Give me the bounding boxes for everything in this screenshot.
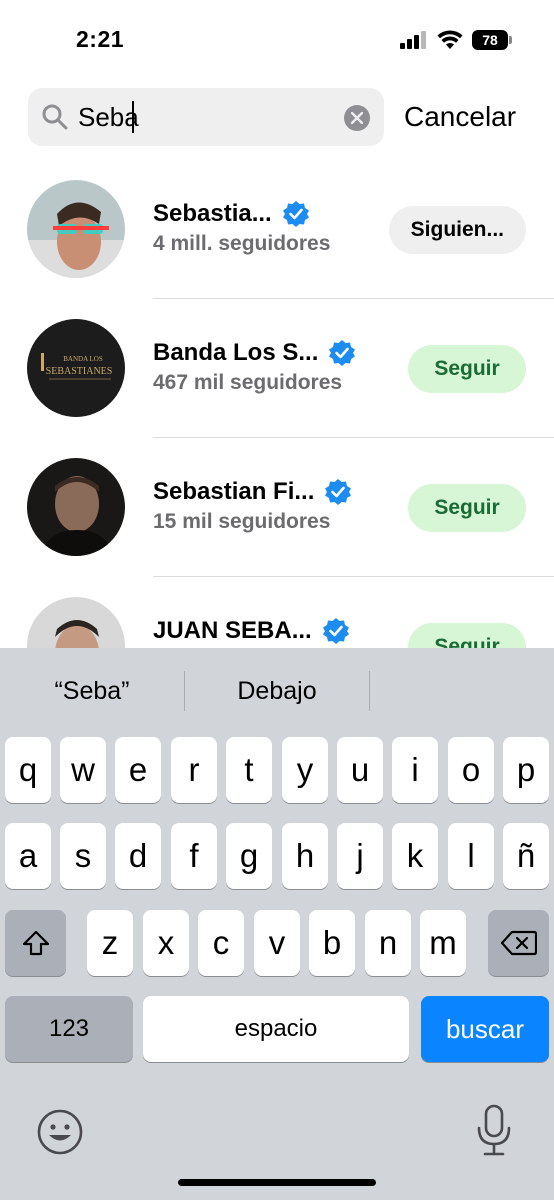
key-n[interactable]: n bbox=[365, 910, 411, 976]
key-o[interactable]: o bbox=[448, 737, 494, 803]
numbers-key[interactable]: 123 bbox=[5, 996, 133, 1062]
key-n-tilde[interactable]: ñ bbox=[503, 823, 549, 889]
following-button[interactable]: Siguien... bbox=[388, 206, 526, 254]
result-name: Sebastia... bbox=[153, 200, 272, 227]
follow-button[interactable]: Seguir bbox=[408, 484, 526, 532]
key-h[interactable]: h bbox=[282, 823, 328, 889]
result-name: Sebastian Fi... bbox=[153, 478, 315, 505]
key-t[interactable]: t bbox=[226, 737, 272, 803]
avatar[interactable]: BANDA LOS SEBASTIANES bbox=[27, 319, 125, 417]
key-z[interactable]: z bbox=[87, 910, 133, 976]
key-u[interactable]: u bbox=[337, 737, 383, 803]
result-name: Banda Los S... bbox=[153, 339, 319, 366]
status-bar: 2:21 78 bbox=[0, 0, 554, 80]
key-p[interactable]: p bbox=[503, 737, 549, 803]
avatar[interactable] bbox=[27, 597, 125, 648]
search-input[interactable] bbox=[78, 101, 318, 133]
result-info: JUAN SEBA... bbox=[153, 617, 350, 648]
search-results-list: Sebastia... 4 mill. seguidores Siguien..… bbox=[0, 160, 554, 648]
signal-icon bbox=[400, 31, 426, 49]
search-key[interactable]: buscar bbox=[421, 996, 549, 1062]
result-row[interactable]: Sebastia... 4 mill. seguidores Siguien..… bbox=[0, 160, 554, 299]
battery-icon: 78 bbox=[472, 30, 512, 50]
suggestion-divider bbox=[369, 671, 370, 711]
verified-badge-icon bbox=[329, 340, 356, 366]
dictation-key[interactable] bbox=[474, 1104, 514, 1163]
key-k[interactable]: k bbox=[392, 823, 438, 889]
suggestion-bar: “Seba” Debajo bbox=[0, 648, 554, 734]
avatar[interactable] bbox=[27, 180, 125, 278]
suggestion-item[interactable]: Debajo bbox=[185, 677, 369, 706]
avatar-logo-text-main: SEBASTIANES bbox=[46, 366, 113, 377]
key-e[interactable]: e bbox=[115, 737, 161, 803]
result-row[interactable]: JUAN SEBA... Seguir bbox=[0, 577, 554, 648]
result-row[interactable]: Sebastian Fi... 15 mil seguidores Seguir bbox=[0, 438, 554, 577]
suggestion-item[interactable]: “Seba” bbox=[0, 677, 184, 706]
key-y[interactable]: y bbox=[282, 737, 328, 803]
shift-key[interactable] bbox=[5, 910, 66, 976]
search-box[interactable] bbox=[28, 88, 384, 146]
key-l[interactable]: l bbox=[448, 823, 494, 889]
result-name: JUAN SEBA... bbox=[153, 617, 312, 644]
key-i[interactable]: i bbox=[392, 737, 438, 803]
delete-key[interactable] bbox=[488, 910, 549, 976]
shift-icon bbox=[22, 930, 49, 956]
key-r[interactable]: r bbox=[171, 737, 217, 803]
backspace-icon bbox=[500, 930, 537, 956]
follow-button[interactable]: Seguir bbox=[408, 345, 526, 393]
key-v[interactable]: v bbox=[254, 910, 300, 976]
search-icon bbox=[42, 104, 68, 130]
emoji-key[interactable] bbox=[36, 1108, 84, 1161]
key-d[interactable]: d bbox=[115, 823, 161, 889]
result-info: Banda Los S... 467 mil seguidores bbox=[153, 339, 356, 395]
result-followers: 15 mil seguidores bbox=[153, 510, 331, 533]
clear-search-icon[interactable] bbox=[344, 105, 370, 131]
status-icons: 78 bbox=[400, 30, 512, 50]
key-a[interactable]: a bbox=[5, 823, 51, 889]
key-s[interactable]: s bbox=[60, 823, 106, 889]
keyboard: “Seba” Debajo q w e r t y u i o p a s d … bbox=[0, 648, 554, 1200]
wifi-icon bbox=[437, 30, 463, 49]
status-time: 2:21 bbox=[76, 26, 125, 52]
search-row: Cancelar bbox=[28, 88, 538, 146]
key-q[interactable]: q bbox=[5, 737, 51, 803]
key-c[interactable]: c bbox=[198, 910, 244, 976]
microphone-icon bbox=[477, 1104, 511, 1156]
close-icon bbox=[351, 112, 363, 124]
key-b[interactable]: b bbox=[309, 910, 355, 976]
space-key[interactable]: espacio bbox=[143, 996, 409, 1062]
key-w[interactable]: w bbox=[60, 737, 106, 803]
cancel-button[interactable]: Cancelar bbox=[404, 101, 516, 133]
result-row[interactable]: BANDA LOS SEBASTIANES Banda Los S... 467… bbox=[0, 299, 554, 438]
avatar[interactable] bbox=[27, 458, 125, 556]
verified-badge-icon bbox=[282, 201, 309, 227]
home-indicator[interactable] bbox=[178, 1179, 376, 1186]
emoji-icon bbox=[37, 1109, 83, 1155]
result-followers: 4 mill. seguidores bbox=[153, 232, 331, 255]
key-x[interactable]: x bbox=[143, 910, 189, 976]
key-g[interactable]: g bbox=[226, 823, 272, 889]
key-j[interactable]: j bbox=[337, 823, 383, 889]
key-m[interactable]: m bbox=[420, 910, 466, 976]
verified-badge-icon bbox=[322, 618, 349, 644]
follow-button[interactable]: Seguir bbox=[408, 623, 526, 648]
key-f[interactable]: f bbox=[171, 823, 217, 889]
result-info: Sebastian Fi... 15 mil seguidores bbox=[153, 478, 352, 534]
avatar-logo-text-top: BANDA LOS bbox=[63, 355, 103, 363]
text-caret bbox=[132, 101, 134, 133]
result-followers: 467 mil seguidores bbox=[153, 371, 343, 394]
result-info: Sebastia... 4 mill. seguidores bbox=[153, 200, 330, 256]
verified-badge-icon bbox=[325, 479, 352, 505]
